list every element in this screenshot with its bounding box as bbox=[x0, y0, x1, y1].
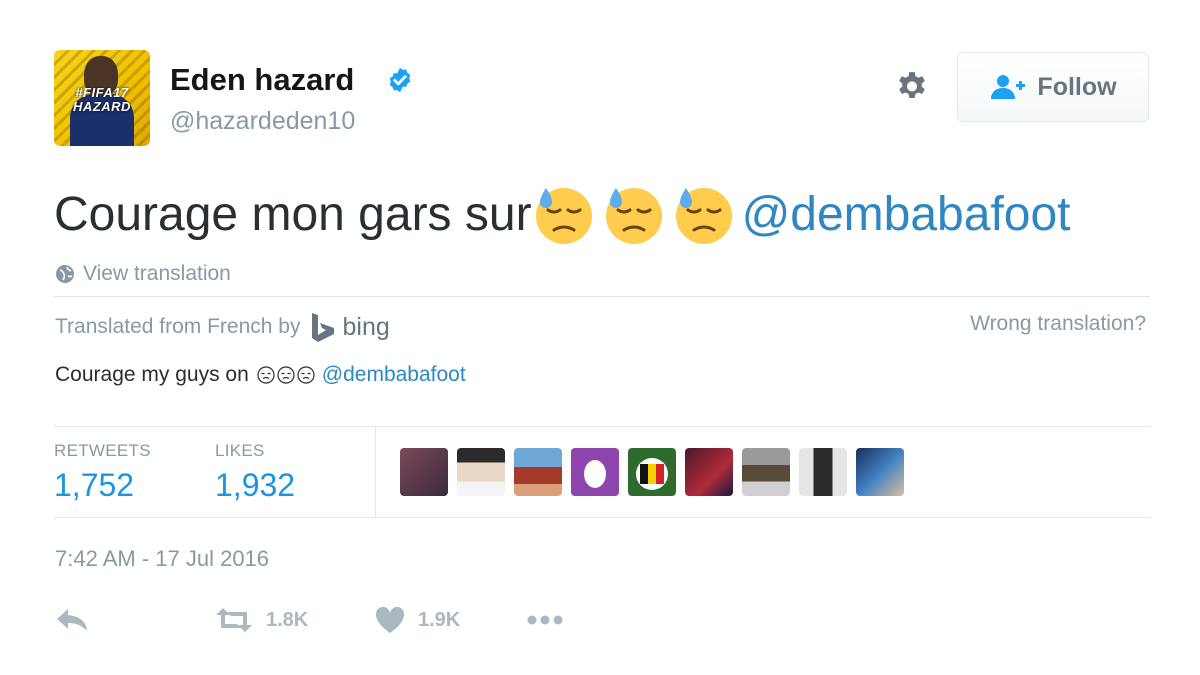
downcast-face-outline-icon bbox=[277, 366, 295, 384]
view-translation-label: View translation bbox=[83, 262, 231, 285]
retweet-count: 1.8K bbox=[266, 608, 309, 631]
tweet-timestamp[interactable]: 7:42 AM - 17 Jul 2016 bbox=[55, 546, 269, 572]
divider bbox=[54, 296, 1150, 297]
belgium-flag-badge-icon bbox=[636, 458, 668, 490]
bing-logo-icon bbox=[312, 313, 335, 342]
view-translation-link[interactable]: View translation bbox=[55, 262, 231, 286]
liker-avatars bbox=[400, 448, 904, 496]
retweets-label: RETWEETS bbox=[54, 441, 151, 460]
liker-avatar[interactable] bbox=[685, 448, 733, 496]
likes-count: 1,932 bbox=[215, 467, 296, 503]
liker-avatar[interactable] bbox=[400, 448, 448, 496]
avatar-text: #FIFA17 HAZARD bbox=[73, 85, 131, 114]
downcast-face-with-sweat-emoji-icon bbox=[605, 188, 662, 244]
downcast-face-outline-icon bbox=[297, 366, 315, 384]
tweet-text: Courage mon gars sur @dembabafoot bbox=[54, 180, 1071, 248]
downcast-face-with-sweat-emoji-icon bbox=[535, 188, 592, 244]
retweets-count: 1,752 bbox=[54, 467, 135, 503]
egg-avatar-icon bbox=[584, 460, 606, 488]
more-icon bbox=[527, 615, 563, 625]
author-name[interactable]: Eden hazard bbox=[170, 62, 354, 98]
downcast-face-with-sweat-emoji-icon bbox=[675, 188, 732, 244]
gear-icon[interactable] bbox=[893, 69, 931, 107]
liker-avatar[interactable] bbox=[856, 448, 904, 496]
downcast-face-outline-icon bbox=[257, 366, 275, 384]
translated-text-body: Courage my guys on bbox=[55, 363, 249, 386]
like-button[interactable]: 1.9K bbox=[374, 606, 460, 634]
likes-label: LIKES bbox=[215, 441, 265, 460]
translation-attribution: Translated from French by bing bbox=[55, 312, 390, 342]
add-user-icon bbox=[991, 75, 1026, 99]
tweet-stats: RETWEETS 1,752 LIKES 1,932 bbox=[54, 426, 1150, 518]
translated-mention-link[interactable]: @dembabafoot bbox=[322, 363, 466, 387]
heart-icon bbox=[375, 606, 405, 633]
more-button[interactable] bbox=[524, 606, 566, 634]
verified-badge-icon bbox=[389, 67, 411, 93]
wrong-translation-link[interactable]: Wrong translation? bbox=[970, 312, 1146, 336]
retweets-stat[interactable]: RETWEETS 1,752 bbox=[54, 441, 151, 504]
liker-avatar[interactable] bbox=[457, 448, 505, 496]
retweet-icon bbox=[216, 608, 252, 632]
stats-divider bbox=[375, 427, 376, 517]
tweet-card: #FIFA17 HAZARD Eden hazard @hazardeden10… bbox=[0, 0, 1200, 675]
translation-provider: bing bbox=[342, 312, 390, 341]
like-count: 1.9K bbox=[418, 608, 461, 631]
reply-button[interactable] bbox=[54, 606, 90, 634]
follow-button-label: Follow bbox=[1037, 72, 1117, 101]
follow-button[interactable]: Follow bbox=[957, 52, 1149, 122]
liker-avatar[interactable] bbox=[571, 448, 619, 496]
reply-icon bbox=[57, 609, 87, 631]
retweet-button[interactable]: 1.8K bbox=[214, 606, 308, 634]
liker-avatar[interactable] bbox=[514, 448, 562, 496]
author-handle[interactable]: @hazardeden10 bbox=[170, 107, 355, 136]
tweet-mention-link[interactable]: @dembabafoot bbox=[742, 187, 1071, 242]
liker-avatar[interactable] bbox=[628, 448, 676, 496]
globe-icon bbox=[56, 265, 74, 283]
likes-stat[interactable]: LIKES 1,932 bbox=[215, 441, 295, 504]
tweet-text-body: Courage mon gars sur bbox=[54, 187, 532, 241]
liker-avatar[interactable] bbox=[742, 448, 790, 496]
author-avatar[interactable]: #FIFA17 HAZARD bbox=[54, 50, 150, 146]
liker-avatar[interactable] bbox=[799, 448, 847, 496]
translated-text: Courage my guys on @dembabafoot bbox=[55, 363, 466, 387]
translated-from-label: Translated from French by bbox=[55, 315, 301, 338]
